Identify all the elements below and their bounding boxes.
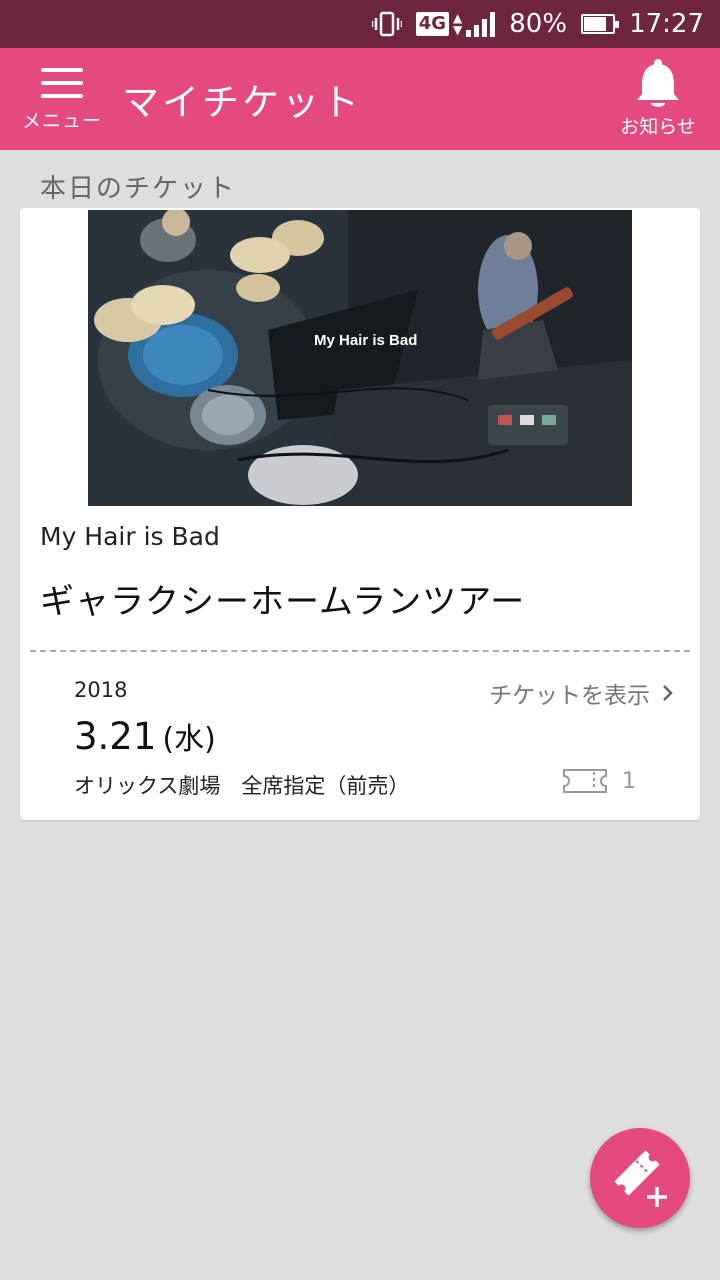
app-bar: メニュー マイチケット お知らせ: [0, 48, 720, 150]
status-bar: 4G ▲ ▼ 80% 17:27: [0, 0, 720, 48]
battery-percent: 80%: [509, 9, 568, 39]
artist-name: My Hair is Bad: [40, 522, 220, 551]
menu-label: メニュー: [21, 110, 102, 132]
hamburger-icon: [41, 68, 83, 98]
ticket-icon: [563, 769, 607, 793]
chevron-right-icon: [663, 685, 673, 701]
add-ticket-icon: [614, 1150, 670, 1210]
event-day: 3.21: [74, 715, 157, 758]
vibrate-icon: [371, 11, 402, 37]
menu-button[interactable]: メニュー: [16, 62, 108, 138]
event-year: 2018: [74, 678, 128, 702]
show-ticket-link[interactable]: チケットを表示: [489, 676, 674, 710]
ticket-count-value: 1: [622, 768, 636, 794]
divider: [30, 650, 690, 652]
ticket-card[interactable]: My Hair is Bad My Hair is Bad ギャラクシーホームラ…: [20, 208, 700, 820]
page-title: マイチケット: [122, 81, 362, 124]
add-ticket-button[interactable]: [590, 1128, 690, 1228]
event-weekday: (水): [162, 722, 216, 757]
clock: 17:27: [629, 9, 704, 39]
ticket-count: 1: [562, 768, 636, 794]
event-date: 3.21 (水): [74, 714, 216, 758]
venue-seat: オリックス劇場 全席指定（前売）: [74, 774, 410, 798]
bell-icon: [637, 59, 679, 107]
network-type-icon: 4G: [415, 12, 450, 36]
notifications-button[interactable]: お知らせ: [612, 58, 704, 142]
show-ticket-label: チケットを表示: [489, 683, 650, 709]
signal-icon: [466, 11, 496, 37]
event-banner-image: My Hair is Bad: [88, 210, 632, 506]
section-title: 本日のチケット: [40, 174, 237, 204]
notifications-label: お知らせ: [620, 116, 696, 138]
battery-icon: [581, 14, 620, 34]
banner-logo: My Hair is Bad: [314, 332, 417, 349]
data-activity-icon: ▲ ▼: [453, 11, 463, 37]
tour-title: ギャラクシーホームランツアー: [40, 582, 526, 622]
